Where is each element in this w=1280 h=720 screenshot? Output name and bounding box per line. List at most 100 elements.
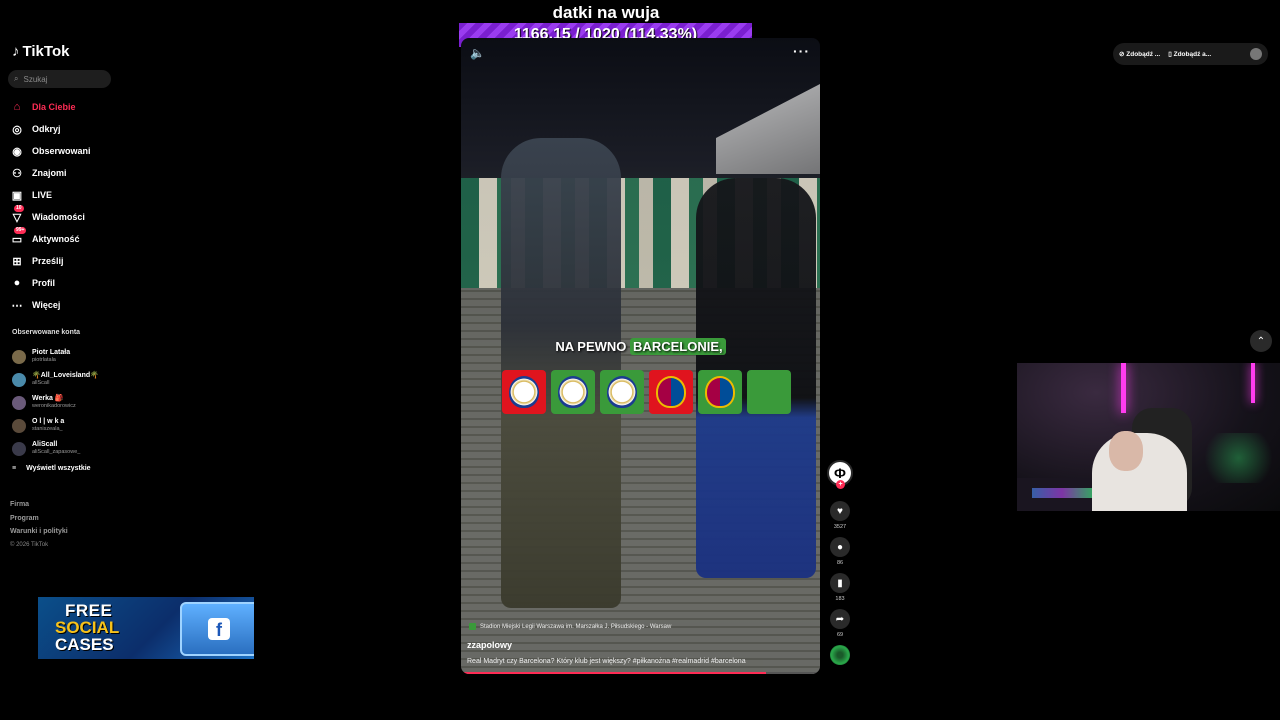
neon-light xyxy=(1121,363,1126,413)
get-app-button[interactable]: ▯ Zdobądź a... xyxy=(1168,50,1211,58)
search-icon: ⌕ xyxy=(14,74,19,83)
followed-account[interactable]: Werka 🎒 weronikadorowicz xyxy=(12,391,122,414)
sidebar-item-profile[interactable]: ● Profil xyxy=(10,272,120,294)
messages-icon: ▽ 10 xyxy=(12,205,24,224)
sidebar-item-label: Więcej xyxy=(32,300,61,310)
bookmark-icon: ▮ xyxy=(837,577,843,589)
more-options-icon[interactable]: ··· xyxy=(793,43,810,59)
account-name: O l | w k a xyxy=(32,418,65,425)
music-disc-icon[interactable] xyxy=(830,645,850,665)
sidebar-item-following[interactable]: ◉ Obserwowani xyxy=(10,140,120,162)
location-label: Stadion Miejski Legii Warszawa im. Marsz… xyxy=(480,623,672,630)
rgb-keyboard xyxy=(1032,488,1092,498)
followed-account[interactable]: 🌴All_Loveisland🌴 allScall xyxy=(12,368,122,391)
footer-link-program[interactable]: Program xyxy=(10,512,68,526)
sidebar-item-messages[interactable]: ▽ 10 Wiadomości xyxy=(10,205,120,228)
comment-icon: ● xyxy=(836,541,844,553)
sidebar-item-for-you[interactable]: ⌂ Dla Ciebie xyxy=(10,96,120,118)
sidebar-item-label: Aktywność xyxy=(32,234,80,244)
comments-count: 86 xyxy=(836,560,844,566)
account-handle: aliScall_zapasowe_ xyxy=(32,449,81,455)
video-actions: Ф + ♥ 3527 ● 86 ▮ 183 ➦ 69 xyxy=(826,460,854,665)
tiktok-note-icon: ♪ xyxy=(12,43,20,60)
follow-plus-icon[interactable]: + xyxy=(836,480,845,489)
user-avatar[interactable] xyxy=(1250,48,1262,60)
crest-tile xyxy=(502,370,546,414)
search-input[interactable]: ⌕ Szukaj xyxy=(8,70,111,88)
show-all-accounts-button[interactable]: ≡ Wyświetl wszystkie xyxy=(12,465,91,472)
like-button[interactable]: ♥ xyxy=(830,501,850,521)
streamer-webcam xyxy=(1017,363,1280,511)
volume-icon[interactable]: 🔈 xyxy=(470,46,485,60)
get-app-label: Zdobądź a... xyxy=(1173,51,1212,58)
friends-icon: ⚇ xyxy=(12,167,22,180)
account-handle: weronikadorowicz xyxy=(32,403,76,409)
sidebar-item-activity[interactable]: ▭ 99+ Aktywność xyxy=(10,227,120,250)
footer-copyright: © 2026 TikTok xyxy=(10,541,49,548)
live-icon: ▣ xyxy=(11,189,23,202)
account-handle: staniszeala_ xyxy=(32,426,63,432)
footer-link-terms[interactable]: Warunki i polityki xyxy=(10,525,68,539)
sidebar-footer: Firma Program Warunki i polityki © 2026 … xyxy=(10,498,68,552)
avatar xyxy=(12,372,26,387)
location-pin-icon xyxy=(469,623,476,630)
followed-account[interactable]: Piotr Latała piotrlatala xyxy=(12,345,122,368)
profile-avatar-icon: ● xyxy=(13,277,21,289)
club-crests-row xyxy=(502,370,791,414)
save-button[interactable]: ▮ xyxy=(830,573,850,593)
search-placeholder: Szukaj xyxy=(23,74,48,84)
video-stadium-scene xyxy=(716,84,820,174)
crest-tile xyxy=(698,370,742,414)
heart-icon: ♥ xyxy=(837,505,843,517)
caption-prefix: NA PEWNO xyxy=(555,339,627,354)
sidebar-item-live[interactable]: ▣ LIVE xyxy=(10,184,120,206)
activity-icon: ▭ 99+ xyxy=(11,227,27,246)
compass-icon: ◎ xyxy=(12,123,22,136)
followed-account[interactable]: AliScall aliScall_zapasowe_ xyxy=(12,437,122,460)
video-location[interactable]: Stadion Miejski Legii Warszawa im. Marsz… xyxy=(469,623,671,630)
video-progress-bar[interactable] xyxy=(461,672,820,674)
sidebar-item-upload[interactable]: ⊞ Prześlij xyxy=(10,250,120,272)
footer-link-company[interactable]: Firma xyxy=(10,498,68,512)
crest-tile xyxy=(600,370,644,414)
video-player[interactable]: 🔈 ··· NA PEWNO BARCELONIE, Stadion Miejs… xyxy=(461,38,820,674)
account-name: AliScall xyxy=(32,441,58,448)
upload-icon: ⊞ xyxy=(12,255,22,268)
sidebar-item-explore[interactable]: ◎ Odkryj xyxy=(10,118,120,140)
more-icon: ⋯ xyxy=(11,299,23,312)
video-username[interactable]: zzapolowy xyxy=(467,640,512,650)
sidebar-item-label: Dla Ciebie xyxy=(32,102,76,112)
tiktok-logo[interactable]: ♪ TikTok xyxy=(12,43,69,60)
get-coins-button[interactable]: ⊘ Zdobądź ... xyxy=(1119,50,1160,58)
sidebar-item-label: Obserwowani xyxy=(32,146,91,156)
app-name: TikTok xyxy=(22,43,70,60)
share-icon: ➦ xyxy=(835,613,845,625)
sidebar-item-more[interactable]: ⋯ Więcej xyxy=(10,294,120,316)
chevron-up-icon: ⌃ xyxy=(1256,335,1266,347)
followed-accounts-title: Obserwowane konta xyxy=(12,329,81,336)
followed-account[interactable]: O l | w k a staniszeala_ xyxy=(12,414,122,437)
share-button[interactable]: ➦ xyxy=(830,609,850,629)
sidebar-item-label: Profil xyxy=(32,278,56,288)
video-caption: NA PEWNO BARCELONIE, xyxy=(461,338,820,355)
video-description: Real Madryt czy Barcelona? Który klub je… xyxy=(467,658,746,665)
real-madrid-crest-icon xyxy=(607,376,637,408)
account-handle: piotrlatala xyxy=(32,357,56,363)
crest-tile xyxy=(649,370,693,414)
sidebar-item-label: Odkryj xyxy=(32,124,61,134)
previous-video-button[interactable]: ⌃ xyxy=(1250,330,1272,352)
green-glow xyxy=(1197,433,1280,483)
avatar xyxy=(12,418,26,433)
sidebar-item-friends[interactable]: ⚇ Znajomi xyxy=(10,162,120,184)
free-social-cases-banner[interactable]: FREE SOCIAL CASES f xyxy=(38,597,254,659)
neon-light xyxy=(1251,363,1255,403)
streamer-head xyxy=(1109,431,1143,471)
treasure-chest-icon: f xyxy=(180,602,254,656)
saves-count: 183 xyxy=(835,596,845,602)
creator-avatar[interactable]: Ф + xyxy=(827,460,853,489)
comment-button[interactable]: ● xyxy=(830,537,850,557)
barcelona-crest-icon xyxy=(705,376,735,408)
likes-count: 3527 xyxy=(833,524,847,530)
avatar xyxy=(12,349,26,364)
shares-count: 69 xyxy=(836,632,844,638)
